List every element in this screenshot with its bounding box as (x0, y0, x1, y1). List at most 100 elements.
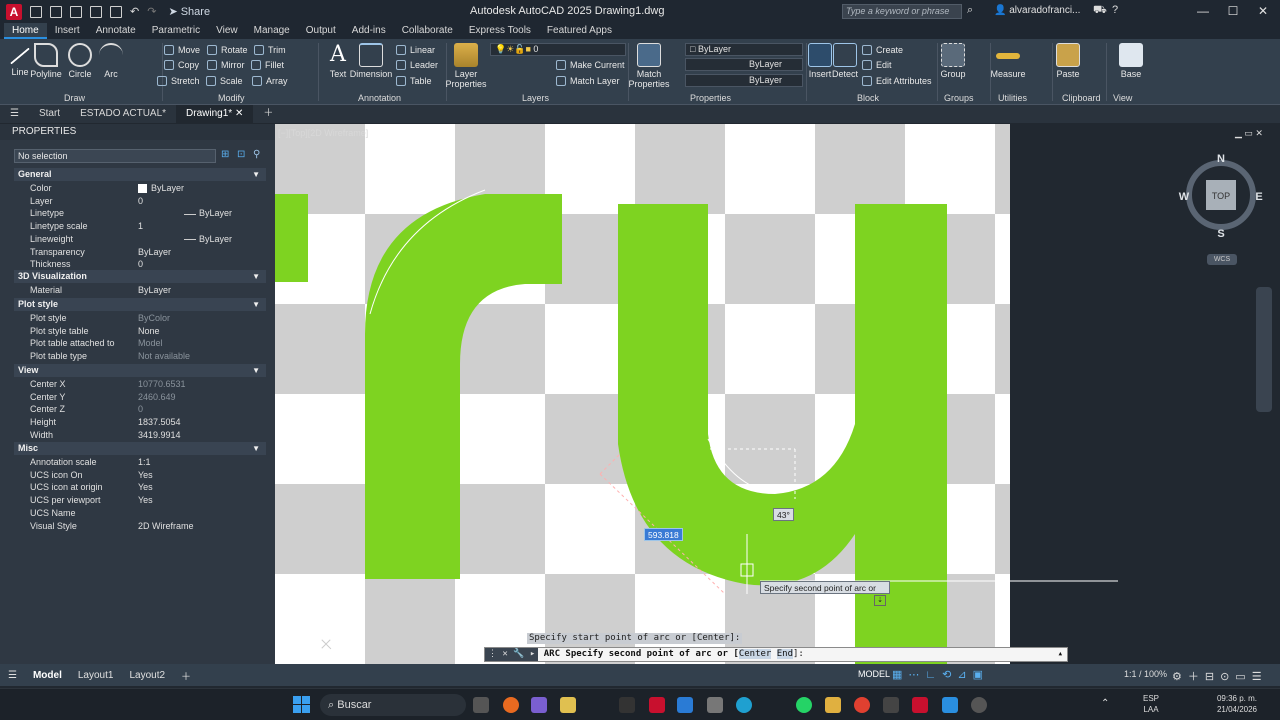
help-icon[interactable]: ? (1112, 4, 1118, 16)
user-account[interactable]: 👤 alvaradofranci... (994, 5, 1080, 16)
arc-tool[interactable]: Arc (91, 43, 131, 79)
tab-parametric[interactable]: Parametric (144, 23, 208, 39)
property-row[interactable]: UCS icon at origin Yes (14, 481, 266, 494)
tab-featured-apps[interactable]: Featured Apps (539, 23, 620, 39)
tab-add-ins[interactable]: Add-ins (344, 23, 394, 39)
file-explorer-icon[interactable] (825, 697, 841, 713)
property-value[interactable]: Yes (138, 481, 153, 494)
linetype-dropdown[interactable]: ByLayer (685, 58, 803, 71)
property-row[interactable]: Transparency ByLayer (14, 246, 266, 259)
app3-icon[interactable] (971, 697, 987, 713)
property-value[interactable]: 2460.649 (138, 391, 176, 404)
tab-collaborate[interactable]: Collaborate (394, 23, 461, 39)
edit-attributes-button[interactable]: Edit Attributes (862, 74, 932, 88)
app-icon[interactable] (619, 697, 635, 713)
property-value[interactable]: ByLayer (184, 207, 232, 220)
tab-annotate[interactable]: Annotate (88, 23, 144, 39)
color-dropdown[interactable]: □ ByLayer (685, 43, 803, 56)
lineweight-dropdown[interactable]: ByLayer (685, 74, 803, 87)
edit-block-button[interactable]: Edit (862, 58, 892, 72)
property-row[interactable]: Lineweight ByLayer (14, 233, 266, 246)
task-view-icon[interactable] (473, 697, 489, 713)
base-tool[interactable]: Base (1111, 43, 1151, 79)
tab-view[interactable]: View (208, 23, 246, 39)
property-row[interactable]: Linetype scale 1 (14, 220, 266, 233)
status-tools[interactable]: ⚙＋⊟⊙▭☰ (1172, 668, 1268, 684)
viewport-window-controls[interactable]: ▁ ▭ ✕ (1235, 128, 1263, 139)
scale-button[interactable]: Scale (206, 74, 243, 88)
chrome-icon[interactable] (854, 697, 870, 713)
table-button[interactable]: Table (396, 74, 432, 88)
search-icon[interactable]: ⌕ (967, 4, 973, 17)
property-value[interactable]: Yes (138, 469, 153, 482)
undo-icon[interactable]: ↶ (130, 5, 139, 18)
tab-start[interactable]: Start (29, 105, 70, 123)
property-row[interactable]: Center Z 0 (14, 403, 266, 416)
settings-icon[interactable] (707, 697, 723, 713)
match-properties-tool[interactable]: Match Properties (629, 43, 670, 89)
property-value[interactable]: ByLayer (138, 182, 184, 195)
store-icon[interactable] (560, 697, 576, 713)
select-objects-icon[interactable]: ⊡ (237, 149, 245, 160)
detect-tool[interactable]: Detect (825, 43, 865, 79)
length-input-tooltip[interactable]: 593.818 (644, 528, 683, 541)
array-button[interactable]: Array (252, 74, 288, 88)
teams-icon[interactable] (531, 697, 547, 713)
section-view[interactable]: View ▼ (14, 364, 266, 377)
layer-properties-tool[interactable]: Layer Properties (445, 43, 487, 89)
property-value[interactable]: 3419.9914 (138, 429, 181, 442)
wcs-menu[interactable]: WCS (1207, 254, 1237, 265)
tab-layout1[interactable]: Layout1 (70, 670, 122, 681)
layer-dropdown[interactable]: 💡☀🔓■ 0 (490, 43, 626, 56)
property-row[interactable]: Plot style ByColor (14, 312, 266, 325)
save-as-icon[interactable] (90, 5, 102, 18)
keyboard-language[interactable]: ESP LAA (1143, 693, 1159, 715)
modify-panel-label[interactable]: Modify (218, 93, 245, 103)
minimize-button[interactable]: — (1188, 3, 1218, 20)
toggle-pickadd-icon[interactable]: ⊞ (221, 149, 229, 160)
leader-button[interactable]: Leader (396, 58, 438, 72)
mirror-button[interactable]: Mirror (207, 58, 245, 72)
property-row[interactable]: Linetype ByLayer (14, 207, 266, 220)
firefox-icon[interactable] (503, 697, 519, 713)
model-space-toggle[interactable]: MODEL (858, 669, 890, 679)
viewcube-compass[interactable]: TOP N S W E (1178, 150, 1264, 240)
property-value[interactable]: 10770.6531 (138, 378, 186, 391)
paste-tool[interactable]: Paste (1048, 43, 1088, 79)
property-value[interactable]: 0 (138, 195, 143, 208)
add-layout-icon[interactable]: ＋ (173, 668, 199, 683)
property-row[interactable]: Material ByLayer (14, 284, 266, 297)
taskbar-search[interactable]: ⌕ Buscar (320, 694, 466, 716)
annotation-panel-label[interactable]: Annotation (358, 93, 401, 103)
create-block-button[interactable]: Create (862, 43, 903, 57)
annotation-scale[interactable]: 1:1 / 100% (1124, 669, 1167, 679)
tab-express-tools[interactable]: Express Tools (461, 23, 539, 39)
whatsapp-icon[interactable] (796, 697, 812, 713)
windows-start-icon[interactable] (293, 696, 310, 713)
linear-button[interactable]: Linear (396, 43, 435, 57)
property-row[interactable]: Color ByLayer (14, 182, 266, 195)
app-menu-icon[interactable]: ☰ (0, 105, 29, 123)
block-panel-label[interactable]: Block (857, 93, 879, 103)
fillet-button[interactable]: Fillet (251, 58, 284, 72)
property-row[interactable]: Thickness 0 (14, 258, 266, 271)
selection-dropdown[interactable]: No selection (14, 149, 216, 163)
clipboard-panel-label[interactable]: Clipboard (1062, 93, 1101, 103)
property-row[interactable]: UCS per viewport Yes (14, 494, 266, 507)
tab-insert[interactable]: Insert (47, 23, 88, 39)
move-button[interactable]: Move (164, 43, 200, 57)
plot-icon[interactable] (110, 5, 122, 18)
property-row[interactable]: Width 3419.9914 (14, 429, 266, 442)
option-end[interactable]: End (776, 649, 794, 659)
groups-panel-label[interactable]: Groups (944, 93, 974, 103)
maximize-button[interactable]: ☐ (1218, 3, 1248, 20)
match-layer-button[interactable]: Match Layer (556, 74, 620, 88)
close-button[interactable]: ✕ (1248, 3, 1278, 20)
quick-select-icon[interactable]: ⚲ (253, 149, 260, 160)
command-line-controls[interactable]: ⋮ ✕ 🔧 ▸ (485, 648, 539, 661)
property-value[interactable]: 1837.5054 (138, 416, 181, 429)
section-vis3d[interactable]: 3D Visualization ▼ (14, 270, 266, 283)
layout-menu-icon[interactable]: ☰ (0, 670, 25, 681)
property-value[interactable]: 1 (138, 220, 143, 233)
draw-panel-label[interactable]: Draw (64, 93, 85, 103)
